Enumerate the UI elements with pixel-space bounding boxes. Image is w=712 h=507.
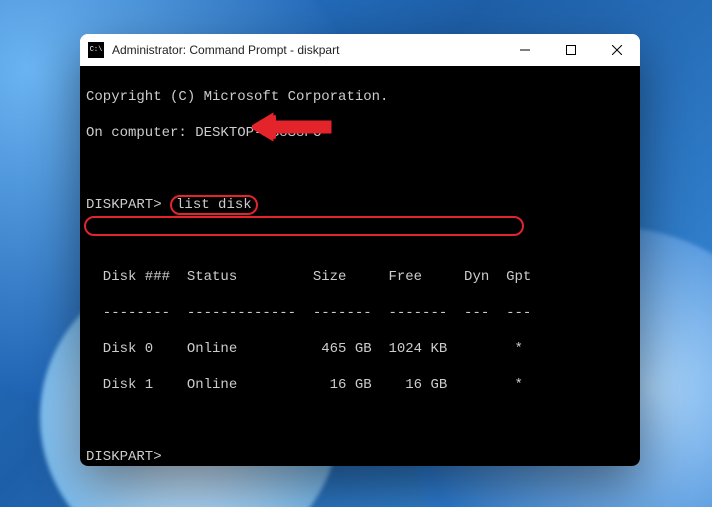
table-divider: -------- ------------- ------- ------- -… — [86, 304, 634, 322]
table-row: Disk 0 Online 465 GB 1024 KB * — [86, 340, 634, 358]
console-area[interactable]: Copyright (C) Microsoft Corporation. On … — [80, 66, 640, 466]
blank-line — [86, 232, 634, 250]
table-header: Disk ### Status Size Free Dyn Gpt — [86, 268, 634, 286]
minimize-button[interactable] — [502, 34, 548, 66]
close-button[interactable] — [594, 34, 640, 66]
blank-line — [86, 160, 634, 178]
prompt-text: DISKPART> — [86, 197, 162, 213]
blank-line — [86, 412, 634, 430]
cmd-icon — [88, 42, 104, 58]
table-row: Disk 1 Online 16 GB 16 GB * — [86, 376, 634, 394]
maximize-button[interactable] — [548, 34, 594, 66]
copyright-line: Copyright (C) Microsoft Corporation. — [86, 88, 634, 106]
command-prompt-window: Administrator: Command Prompt - diskpart… — [80, 34, 640, 466]
titlebar[interactable]: Administrator: Command Prompt - diskpart — [80, 34, 640, 66]
window-title: Administrator: Command Prompt - diskpart — [112, 43, 502, 57]
prompt-line-1: DISKPART> list disk — [86, 196, 634, 214]
prompt-line-2: DISKPART> — [86, 448, 634, 466]
command-highlight: list disk — [170, 195, 258, 215]
computer-line: On computer: DESKTOP-IG8S8PC — [86, 124, 634, 142]
